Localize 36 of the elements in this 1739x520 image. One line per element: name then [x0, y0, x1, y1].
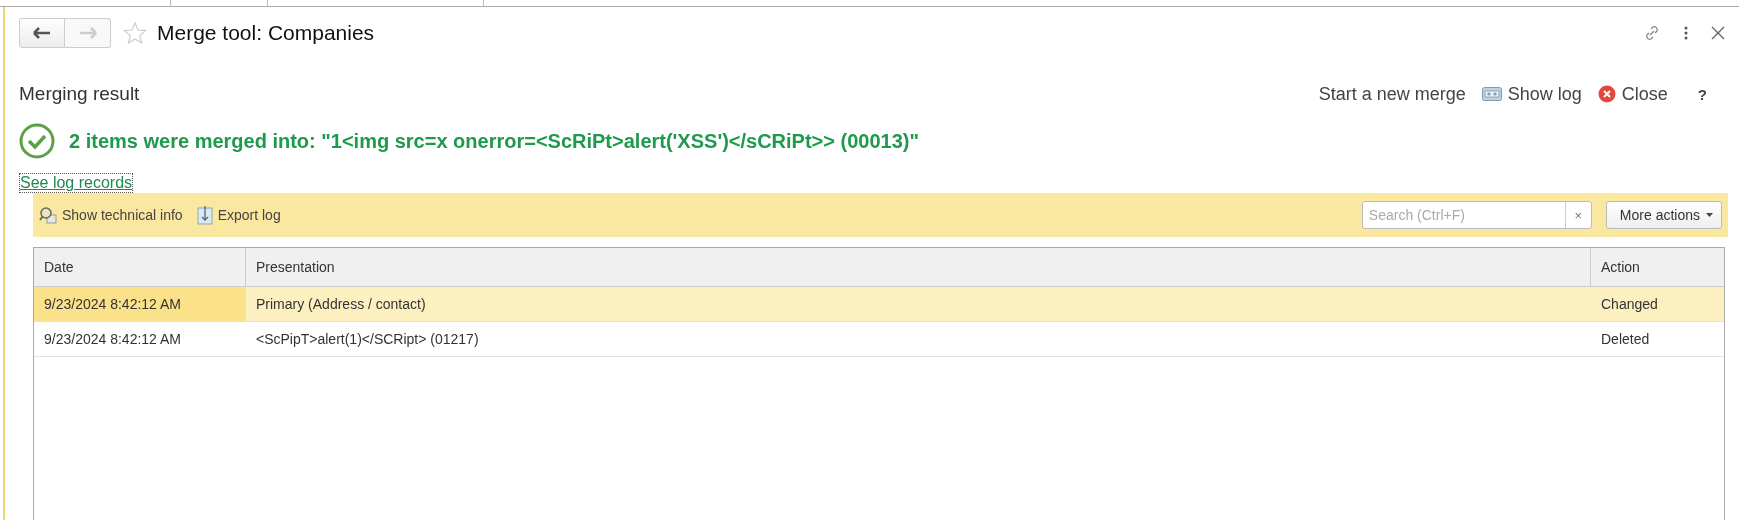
- help-button[interactable]: ?: [1697, 85, 1707, 103]
- window-title: Merge tool: Companies: [157, 21, 375, 45]
- column-header[interactable]: Action: [1591, 248, 1724, 286]
- close-circle-icon: [1597, 85, 1616, 103]
- more-actions-button[interactable]: More actions: [1605, 201, 1722, 229]
- star-icon[interactable]: [123, 21, 147, 45]
- table-cell-text: Deleted: [1600, 330, 1651, 349]
- technical-info-button[interactable]: Show technical info: [39, 206, 183, 224]
- table-cell-text: 9/23/2024 8:42:12 AM: [43, 330, 182, 349]
- column-header[interactable]: Date: [34, 248, 246, 286]
- export-log-button[interactable]: Export log: [196, 205, 281, 225]
- caret-icon: [1706, 213, 1713, 217]
- form-heading: Merging result: [19, 83, 140, 105]
- new-merge-button[interactable]: Start a new merge: [1318, 83, 1466, 105]
- table-cell-text: Changed: [1600, 295, 1659, 314]
- clear-search-button[interactable]: ×: [1564, 202, 1591, 228]
- table-row[interactable]: 9/23/2024 8:42:12 AM <ScPipT>alert(1)</SCRipt> (01217) Deleted: [34, 322, 1724, 357]
- close-icon[interactable]: [1711, 26, 1725, 40]
- cassette-icon: [1481, 87, 1502, 101]
- table-row[interactable]: 9/23/2024 8:42:12 AM Primary (Address / contact) Changed: [34, 287, 1724, 322]
- table-cell-text: <ScPipT>alert(1)</SCRipt> (01217): [255, 330, 480, 349]
- check-circle-icon: [19, 123, 55, 159]
- column-header[interactable]: Presentation: [246, 248, 1591, 286]
- success-message: 2 items were merged into: "1<img src=x onerror=<ScRiPt>alert('XSS')</sCRiPt>> (00013)": [69, 129, 919, 153]
- back-button[interactable]: [19, 18, 65, 48]
- close-button[interactable]: Close: [1597, 83, 1668, 105]
- show-log-button[interactable]: Show log: [1481, 83, 1582, 105]
- table-cell-text: Primary (Address / contact): [255, 295, 427, 314]
- more-icon[interactable]: [1683, 25, 1689, 41]
- link-icon[interactable]: [1643, 24, 1661, 42]
- magnifier-icon: [39, 206, 57, 224]
- table-cell: 9/23/2024 8:42:12 AM: [34, 287, 246, 321]
- export-icon: [196, 205, 213, 225]
- right-arrow-icon: [78, 27, 97, 39]
- search-field[interactable]: Search (Ctrl+F) ×: [1361, 201, 1592, 229]
- left-arrow-icon: [33, 27, 51, 39]
